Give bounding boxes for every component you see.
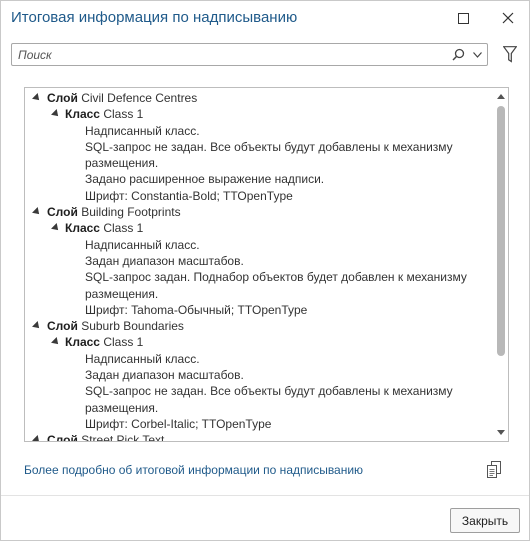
- tree-row-text: Задано расширенное выражение надписи.: [85, 172, 325, 187]
- close-button[interactable]: Закрыть: [450, 508, 520, 533]
- copy-button[interactable]: [485, 459, 503, 481]
- tree-row-text: Civil Defence Centres: [81, 91, 198, 105]
- tree-detail-row: Задано расширенное выражение надписи.: [25, 171, 491, 187]
- tree-layer-row[interactable]: Слой Suburb Boundaries: [25, 318, 491, 334]
- tree-row-text: Надписанный класс.: [85, 351, 200, 366]
- summary-tree-panel: Слой Civil Defence Centres Класс Class 1Н…: [24, 87, 509, 442]
- chevron-down-icon: [472, 51, 482, 58]
- tree-class-row[interactable]: Класс Class 1: [25, 220, 491, 236]
- expand-triangle-icon[interactable]: [51, 109, 61, 120]
- tree-class-row[interactable]: Класс Class 1: [25, 334, 491, 350]
- scroll-down-button[interactable]: [497, 428, 505, 436]
- tree-row-keyword: Слой: [47, 319, 78, 334]
- tree-row-text: SQL-запрос не задан. Все объекты будут д…: [85, 139, 453, 154]
- tree-detail-row: Надписанный класс.: [25, 237, 491, 253]
- scrollbar-thumb[interactable]: [497, 106, 505, 356]
- tree-row-keyword: Класс: [65, 335, 100, 350]
- tree-row-keyword: Слой: [47, 205, 78, 220]
- tree-detail-row: Задан диапазон масштабов.: [25, 253, 491, 269]
- search-options-dropdown[interactable]: [470, 46, 484, 63]
- search-icon: [451, 48, 464, 61]
- tree-row-keyword: Слой: [47, 91, 78, 105]
- filter-icon: [503, 46, 517, 63]
- footer-divider: [1, 495, 529, 496]
- window-title: Итоговая информация по надписыванию: [11, 9, 298, 26]
- close-window-button[interactable]: [496, 7, 520, 29]
- tree-detail-row: размещения.: [25, 286, 491, 302]
- maximize-icon: [457, 12, 469, 24]
- tree-row-text: Надписанный класс.: [85, 237, 200, 252]
- tree-detail-row: Шрифт: Constantia-Bold; TTOpenType: [25, 188, 491, 204]
- tree-row-text: размещения.: [85, 400, 159, 415]
- help-link[interactable]: Более подробно об итоговой информации по…: [24, 463, 363, 477]
- expand-triangle-icon[interactable]: [32, 435, 42, 441]
- tree-row-text: Задан диапазон масштабов.: [85, 368, 244, 383]
- expand-triangle-icon[interactable]: [32, 321, 42, 332]
- tree-layer-row[interactable]: Слой Street Pick Text: [25, 432, 491, 442]
- tree-row-text: Class 1: [103, 221, 144, 236]
- tree-row-text: Suburb Boundaries: [81, 319, 184, 334]
- tree-row-text: SQL-запрос не задан. Все объекты будут д…: [85, 384, 453, 399]
- chevron-down-icon: [497, 429, 505, 435]
- tree-layer-row[interactable]: Слой Building Footprints: [25, 204, 491, 220]
- tree-detail-row: Надписанный класс.: [25, 123, 491, 139]
- tree-detail-row: размещения.: [25, 155, 491, 171]
- tree-detail-row: Задан диапазон масштабов.: [25, 367, 491, 383]
- tree-detail-row: Шрифт: Corbel-Italic; TTOpenType: [25, 416, 491, 432]
- search-button[interactable]: [450, 46, 466, 63]
- tree-row-text: размещения.: [85, 156, 159, 171]
- labeling-summary-dialog: Итоговая информация по надписыванию Поис…: [0, 0, 530, 541]
- tree-class-row[interactable]: Класс Class 1: [25, 106, 491, 122]
- expand-triangle-icon[interactable]: [51, 223, 61, 234]
- expand-triangle-icon[interactable]: [51, 337, 61, 348]
- tree-row-text: SQL-запрос задан. Поднабор объектов буде…: [85, 270, 467, 285]
- tree-row-text: Задан диапазон масштабов.: [85, 253, 244, 268]
- expand-triangle-icon[interactable]: [32, 207, 42, 218]
- tree-row-text: Шрифт: Tahoma-Обычный; TTOpenType: [85, 302, 308, 317]
- summary-tree: Слой Civil Defence Centres Класс Class 1Н…: [25, 90, 491, 442]
- tree-row-text: Шрифт: Constantia-Bold; TTOpenType: [85, 188, 293, 203]
- tree-row-text: размещения.: [85, 286, 159, 301]
- tree-detail-row: Шрифт: Tahoma-Обычный; TTOpenType: [25, 302, 491, 318]
- tree-row-keyword: Класс: [65, 107, 100, 122]
- tree-row-keyword: Слой: [47, 433, 78, 442]
- tree-detail-row: Надписанный класс.: [25, 351, 491, 367]
- copy-icon: [487, 461, 501, 478]
- tree-detail-row: SQL-запрос не задан. Все объекты будут д…: [25, 139, 491, 155]
- tree-row-text: Building Footprints: [81, 205, 181, 220]
- close-icon: [502, 12, 514, 24]
- tree-detail-row: SQL-запрос не задан. Все объекты будут д…: [25, 383, 491, 399]
- tree-row-text: Надписанный класс.: [85, 123, 200, 138]
- tree-row-keyword: Класс: [65, 221, 100, 236]
- tree-row-text: Class 1: [103, 335, 144, 350]
- tree-row-text: Class 1: [103, 107, 144, 122]
- tree-detail-row: SQL-запрос задан. Поднабор объектов буде…: [25, 269, 491, 285]
- search-box: [11, 43, 488, 66]
- filter-button[interactable]: [499, 43, 521, 66]
- tree-row-text: Шрифт: Corbel-Italic; TTOpenType: [85, 416, 272, 431]
- tree-layer-row[interactable]: Слой Civil Defence Centres: [25, 90, 491, 106]
- expand-triangle-icon[interactable]: [32, 93, 42, 103]
- chevron-up-icon: [497, 93, 505, 99]
- maximize-button[interactable]: [451, 7, 475, 29]
- scroll-up-button[interactable]: [497, 92, 505, 100]
- search-input[interactable]: [18, 46, 438, 63]
- tree-detail-row: размещения.: [25, 400, 491, 416]
- tree-row-text: Street Pick Text: [81, 433, 165, 442]
- vertical-scrollbar[interactable]: [494, 88, 508, 441]
